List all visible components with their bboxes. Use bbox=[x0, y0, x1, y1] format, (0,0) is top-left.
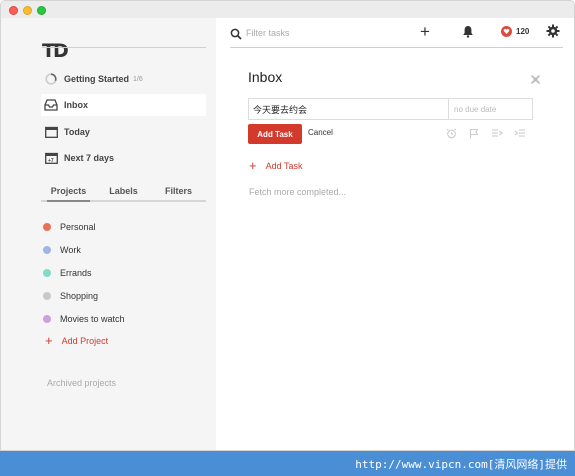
quick-add-button[interactable]: + bbox=[420, 23, 430, 40]
search-icon bbox=[230, 27, 242, 45]
label-tag-icon[interactable] bbox=[490, 127, 504, 139]
task-editor bbox=[248, 98, 533, 120]
inbox-icon bbox=[44, 98, 58, 112]
add-task-button[interactable]: Add Task bbox=[248, 124, 302, 144]
plus-icon: + bbox=[249, 158, 257, 173]
archived-projects-link[interactable]: Archived projects bbox=[47, 378, 116, 388]
project-label: Shopping bbox=[60, 291, 99, 301]
cancel-button[interactable]: Cancel bbox=[308, 128, 333, 137]
task-content-input[interactable] bbox=[249, 99, 448, 119]
project-color-dot bbox=[43, 246, 51, 254]
project-label: Work bbox=[60, 245, 81, 255]
add-project-button[interactable]: + Add Project bbox=[45, 333, 109, 348]
calendar-icon bbox=[44, 125, 58, 139]
nav-next-7-days[interactable]: +7 Next 7 days bbox=[41, 147, 206, 169]
task-tools bbox=[444, 127, 527, 139]
filter-tasks-input[interactable] bbox=[246, 26, 396, 40]
bell-icon[interactable] bbox=[462, 25, 474, 43]
project-item[interactable]: Errands bbox=[43, 266, 92, 280]
nav-next-7-days-label: Next 7 days bbox=[64, 153, 115, 163]
project-item[interactable]: Movies to watch bbox=[43, 312, 125, 326]
app-window: TD Getting Started 1/6 Inbox Today +7 Ne… bbox=[0, 0, 575, 451]
project-color-dot bbox=[43, 292, 51, 300]
project-label: Movies to watch bbox=[60, 314, 125, 324]
calendar-week-badge: +7 bbox=[48, 158, 54, 164]
priority-flag-icon[interactable] bbox=[467, 127, 481, 139]
title-bar bbox=[1, 1, 574, 18]
project-color-dot bbox=[43, 315, 51, 323]
project-label: Personal bbox=[60, 222, 96, 232]
plus-icon: + bbox=[45, 333, 53, 348]
project-move-icon[interactable] bbox=[513, 127, 527, 139]
maximize-window-button[interactable] bbox=[37, 6, 46, 15]
gear-icon[interactable] bbox=[546, 24, 560, 43]
nav-today[interactable]: Today bbox=[41, 121, 206, 143]
project-color-dot bbox=[43, 223, 51, 231]
karma-icon bbox=[501, 26, 512, 37]
nav-inbox-label: Inbox bbox=[64, 100, 88, 110]
main-panel: + 120 Inbox Add Task Cancel bbox=[216, 18, 574, 450]
sidebar-tabs: Projects Labels Filters bbox=[41, 184, 206, 202]
close-window-button[interactable] bbox=[9, 6, 18, 15]
project-settings-icon[interactable] bbox=[530, 72, 541, 90]
karma-badge[interactable]: 120 bbox=[501, 26, 529, 37]
app-logo: TD bbox=[42, 40, 69, 62]
watermark-text: http://www.vipcn.com[清风网络]提供 bbox=[355, 458, 567, 471]
add-task-link[interactable]: + Add Task bbox=[249, 158, 303, 173]
project-label: Errands bbox=[60, 268, 92, 278]
progress-ring-icon bbox=[44, 72, 58, 86]
page-title: Inbox bbox=[248, 69, 283, 85]
tab-projects[interactable]: Projects bbox=[41, 184, 96, 202]
project-color-dot bbox=[43, 269, 51, 277]
tab-labels[interactable]: Labels bbox=[96, 184, 151, 200]
nav-today-label: Today bbox=[64, 127, 90, 137]
karma-count: 120 bbox=[516, 27, 530, 36]
nav-getting-started[interactable]: Getting Started 1/6 bbox=[41, 68, 206, 90]
project-item[interactable]: Work bbox=[43, 243, 81, 257]
project-item[interactable]: Shopping bbox=[43, 289, 98, 303]
add-task-link-label: Add Task bbox=[265, 161, 303, 171]
tab-filters[interactable]: Filters bbox=[151, 184, 206, 200]
top-bar: + 120 bbox=[230, 18, 563, 48]
watermark-bar: http://www.vipcn.com[清风网络]提供 bbox=[0, 451, 575, 476]
fetch-more-completed-link[interactable]: Fetch more completed... bbox=[249, 187, 346, 197]
add-project-label: Add Project bbox=[61, 336, 109, 346]
calendar-week-icon: +7 bbox=[44, 151, 58, 165]
nav-getting-started-label: Getting Started bbox=[64, 74, 130, 84]
minimize-window-button[interactable] bbox=[23, 6, 32, 15]
nav-inbox[interactable]: Inbox bbox=[41, 94, 206, 116]
nav-getting-started-count: 1/6 bbox=[133, 75, 143, 83]
project-item[interactable]: Personal bbox=[43, 220, 96, 234]
logo-divider bbox=[42, 47, 206, 48]
due-date-input[interactable] bbox=[448, 99, 532, 119]
sidebar: TD Getting Started 1/6 Inbox Today +7 Ne… bbox=[1, 18, 216, 450]
alarm-icon[interactable] bbox=[444, 127, 458, 139]
